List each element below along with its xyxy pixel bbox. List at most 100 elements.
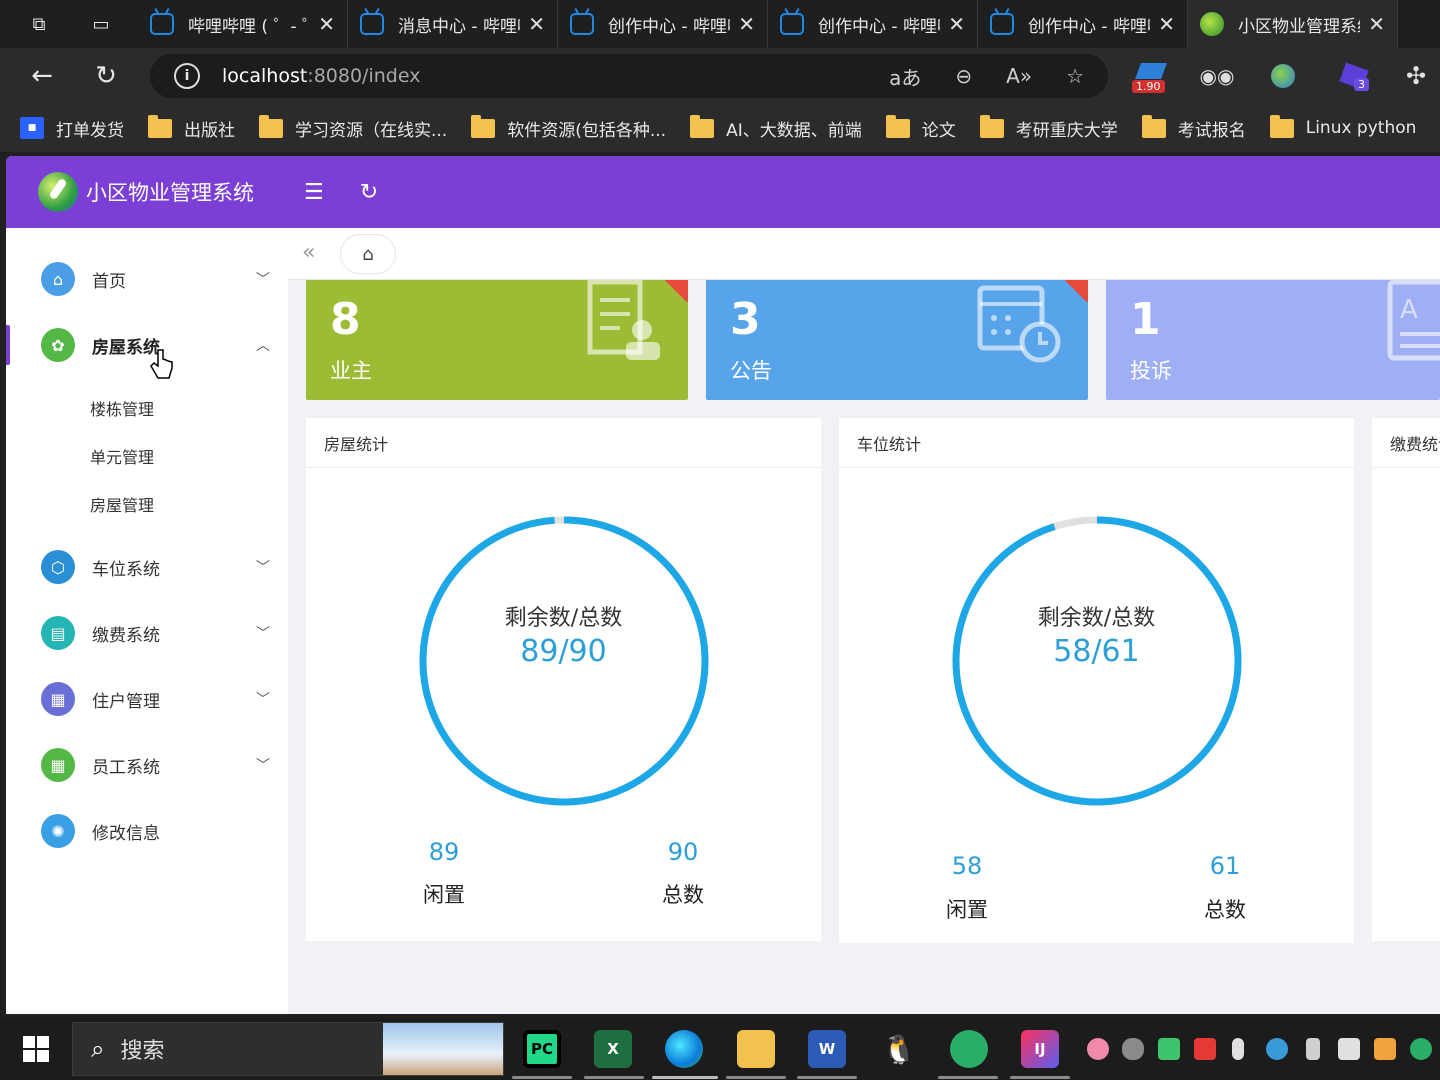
sidebar-item-staff-system[interactable]: ▦ 员工系统 ﹀ [6, 735, 288, 795]
pycharm-icon[interactable]: PC [523, 1030, 561, 1068]
book-icon: ▤ [41, 616, 75, 650]
puzzle-extension-icon[interactable]: 3 [1334, 48, 1374, 104]
cube-icon: ⬡ [41, 550, 75, 584]
double-chevron-left-icon[interactable]: « [302, 240, 315, 265]
sidebar-item-resident-management[interactable]: ▦ 住户管理 ﹀ [6, 669, 288, 729]
tray-shield-icon[interactable] [1374, 1038, 1396, 1060]
text-document-icon: A [1387, 279, 1440, 361]
sidebar-item-payment-system[interactable]: ▤ 缴费系统 ﹀ [6, 603, 288, 663]
tray-flower-icon[interactable] [1087, 1038, 1109, 1060]
browser-tab[interactable]: 消息中心 - 哔哩哔哩 ✕ [348, 0, 558, 48]
refresh-icon[interactable]: ↻ [360, 180, 378, 205]
video-speed-extension-icon[interactable]: 1.90 [1130, 48, 1172, 104]
folder-icon [979, 114, 1004, 138]
chevron-down-icon: ﹀ [256, 560, 270, 576]
word-icon[interactable]: W [808, 1030, 846, 1068]
earth-extension-icon[interactable] [1266, 48, 1300, 104]
sidebar-item-parking-system[interactable]: ⬡ 车位系统 ﹀ [6, 537, 288, 597]
excel-icon[interactable]: X [594, 1030, 632, 1068]
sidebar-item-home[interactable]: ⌂ 首页 ﹀ [6, 249, 288, 309]
browser-tab-active[interactable]: 小区物业管理系统 ✕ [1188, 0, 1398, 48]
submenu-item-house[interactable]: 房屋管理 [90, 492, 154, 516]
sidebar-item-edit-info[interactable]: ✺ 修改信息 [6, 801, 288, 861]
folder-icon [148, 114, 172, 138]
address-bar[interactable]: i localhost:8080/index aあ ⊖ A» ☆ [150, 54, 1108, 98]
site-info-icon[interactable]: i [174, 63, 200, 89]
ring-chart: 剩余数/总数 89/90 [306, 468, 821, 828]
submenu-item-building[interactable]: 楼栋管理 [90, 396, 154, 420]
browser-tab[interactable]: 创作中心 - 哔哩哔哩 ✕ [768, 0, 978, 48]
bookmark-folder[interactable]: Linux python [1269, 114, 1416, 138]
menu-toggle-icon[interactable]: ☰ [304, 180, 324, 205]
browser-tab[interactable]: 创作中心 - 哔哩哔哩 ✕ [558, 0, 768, 48]
ring-value: 89/90 [520, 634, 607, 669]
panel-parking-stats: 车位统计 剩余数/总数 58/61 58 闲置 61 总数 [839, 418, 1354, 943]
bookmark-folder[interactable]: 考试报名 [1141, 114, 1246, 141]
bookmark-item[interactable]: ■ 打单发货 [20, 116, 124, 141]
tab-actions-icon[interactable]: ▭ [82, 0, 120, 48]
bookmark-folder[interactable]: AI、大数据、前端 [690, 114, 862, 141]
tray-usb-icon[interactable] [1306, 1038, 1320, 1060]
workspaces-icon[interactable]: ⧉ [20, 0, 58, 48]
tray-youdao-icon[interactable] [1194, 1038, 1216, 1060]
running-indicator [726, 1076, 786, 1079]
tray-cloud-icon[interactable] [1122, 1038, 1144, 1060]
close-tab-icon[interactable]: ✕ [1368, 12, 1385, 36]
home-tab-icon[interactable]: ⌂ [340, 234, 396, 274]
tray-wechat-icon[interactable] [1410, 1038, 1432, 1060]
refresh-icon[interactable]: ↻ [74, 48, 138, 104]
read-aloud-icon[interactable]: A» [1006, 64, 1032, 88]
url-path: :8080/index [307, 65, 421, 87]
edge-icon[interactable] [665, 1030, 703, 1068]
glasses-extension-icon[interactable]: ◉◉ [1198, 48, 1236, 104]
taskbar-search-box[interactable]: ⌕ 搜索 [72, 1022, 504, 1076]
bookmarks-bar: ■ 打单发货 出版社 学习资源（在线实... 软件资源(包括各种... AI、大数… [0, 104, 1440, 152]
bookmark-label: AI、大数据、前端 [726, 120, 862, 141]
total-count: 90 [667, 838, 699, 866]
sidebar-item-house-system[interactable]: ✿ 房屋系统 ︿ [6, 315, 288, 375]
tray-earth-icon[interactable] [1266, 1038, 1288, 1060]
extensions-icon[interactable]: ✣ [1398, 48, 1434, 104]
favorite-star-icon[interactable]: ☆ [1066, 64, 1084, 88]
zoom-out-icon[interactable]: ⊖ [955, 64, 972, 88]
stat-value: 1 [1130, 294, 1161, 345]
intellij-icon[interactable]: IJ [1021, 1030, 1059, 1068]
chevron-down-icon: ﹀ [256, 758, 270, 774]
submenu-item-unit[interactable]: 单元管理 [90, 444, 154, 468]
stat-value: 3 [730, 294, 761, 345]
panel-title: 缴费统计 [1372, 418, 1440, 468]
bookmark-folder[interactable]: 软件资源(包括各种... [471, 114, 666, 141]
apps-icon: ▦ [41, 682, 75, 716]
sidebar: ⌂ 首页 ﹀ ✿ 房屋系统 ︿ 楼栋管理 单元管理 房屋管理 ⬡ 车位系统 ﹀ … [6, 228, 288, 1014]
tray-security-icon[interactable] [1338, 1038, 1360, 1060]
bookmark-folder[interactable]: 考研重庆大学 [979, 114, 1118, 141]
close-tab-icon[interactable]: ✕ [528, 12, 545, 36]
close-tab-icon[interactable]: ✕ [318, 12, 335, 36]
speed-badge: 1.90 [1132, 80, 1165, 93]
close-tab-icon[interactable]: ✕ [948, 12, 965, 36]
bookmark-folder[interactable]: 论文 [885, 114, 956, 141]
back-arrow-icon[interactable]: ← [10, 48, 74, 104]
running-indicator [797, 1076, 857, 1079]
pointer-cursor-icon [150, 349, 173, 379]
windows-start-button[interactable] [0, 1018, 72, 1080]
folder-icon [471, 114, 496, 138]
extension-count-badge: 3 [1354, 78, 1369, 91]
tray-mic-icon[interactable] [1232, 1038, 1244, 1060]
bookmark-folder[interactable]: 出版社 [148, 114, 235, 141]
translate-icon[interactable]: aあ [889, 62, 921, 91]
rocket-logo-icon [38, 172, 78, 212]
stat-label: 公告 [730, 359, 772, 383]
close-tab-icon[interactable]: ✕ [1158, 12, 1175, 36]
bookmark-label: 论文 [921, 120, 956, 141]
total-label: 总数 [662, 883, 704, 907]
close-tab-icon[interactable]: ✕ [738, 12, 755, 36]
browser-tab[interactable]: 哔哩哔哩 ( ゜- ゜) ✕ [138, 0, 348, 48]
browser-tab[interactable]: 创作中心 - 哔哩哔哩 ✕ [978, 0, 1188, 48]
tray-player-icon[interactable] [1158, 1038, 1180, 1060]
qq-icon[interactable]: 🐧 [880, 1030, 918, 1068]
bookmark-folder[interactable]: 学习资源（在线实... [259, 114, 447, 141]
url-host: localhost [222, 65, 308, 87]
explorer-icon[interactable] [737, 1030, 775, 1068]
wechat-icon[interactable] [950, 1030, 988, 1068]
